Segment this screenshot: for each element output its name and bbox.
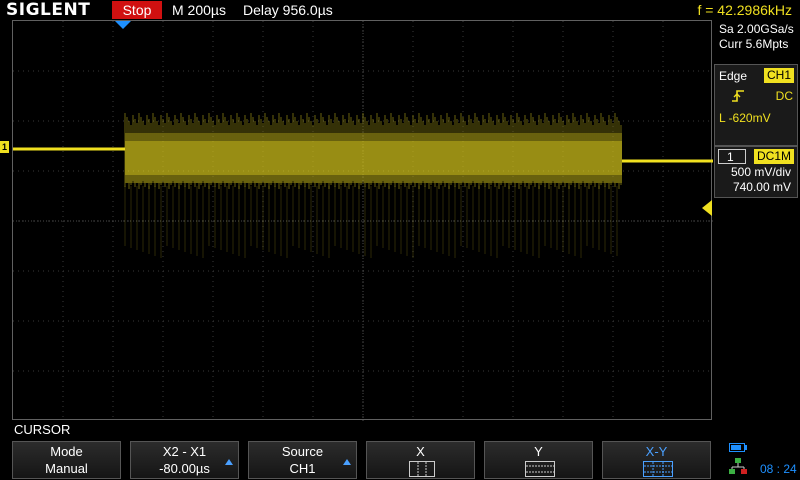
- run-stop-indicator[interactable]: Stop: [112, 1, 162, 19]
- network-icon: [729, 458, 747, 474]
- vertical-offset: 740.00 mV: [732, 180, 791, 194]
- softkey-x-cursor[interactable]: X: [366, 441, 475, 479]
- timebase-readout[interactable]: M 200µs: [172, 0, 226, 20]
- brand-logo: SIGLENT: [6, 0, 91, 20]
- memory-depth: Curr 5.6Mpts: [719, 37, 789, 51]
- system-clock: 08 : 24: [760, 462, 797, 476]
- softkey-label: Y: [534, 444, 543, 459]
- burst-spikes: [124, 186, 618, 258]
- waveform-svg: [13, 21, 713, 421]
- softkey-value: -80.00µs: [159, 461, 210, 476]
- burst-core: [125, 141, 622, 175]
- x-cursor-icon: [409, 461, 435, 477]
- battery-tip: [745, 445, 747, 450]
- softkey-source[interactable]: Source CH1: [248, 441, 357, 479]
- trigger-level-marker-icon[interactable]: [702, 200, 712, 216]
- trigger-type: Edge: [719, 69, 748, 83]
- softkey-value: CH1: [289, 461, 316, 476]
- frequency-counter: f = 42.2986kHz: [697, 2, 792, 18]
- xy-cursor-icon: [643, 461, 673, 477]
- channel-number: 1: [718, 149, 746, 164]
- graticule: [13, 21, 713, 421]
- menu-title: CURSOR: [14, 422, 71, 437]
- top-status-bar: SIGLENT Stop M 200µs Delay 956.0µs f = 4…: [0, 0, 800, 20]
- delay-readout[interactable]: Delay 956.0µs: [243, 0, 333, 20]
- burst-streaks: [124, 113, 622, 189]
- softkey-mode[interactable]: Mode Manual: [12, 441, 121, 479]
- rising-edge-icon: [732, 90, 744, 102]
- channel-1-info-box[interactable]: 1 DC1M 500 mV/div 740.00 mV: [714, 146, 798, 198]
- adjust-arrow-icon: [225, 459, 233, 465]
- softkey-y-cursor[interactable]: Y: [484, 441, 593, 479]
- softkey-label: X2 - X1: [162, 444, 207, 459]
- ch1-offset-marker[interactable]: 1: [0, 141, 9, 153]
- trigger-coupling: DC: [775, 89, 793, 103]
- channel-coupling: DC1M: [753, 149, 794, 164]
- sample-rate: Sa 2.00GSa/s: [719, 22, 794, 36]
- system-status-area: 08 : 24: [726, 440, 800, 480]
- softkey-label: X-Y: [645, 444, 668, 459]
- adjust-arrow-icon: [343, 459, 351, 465]
- softkey-x2-x1[interactable]: X2 - X1 -80.00µs: [130, 441, 239, 479]
- waveform-display[interactable]: [12, 20, 713, 421]
- ch1-waveform-burst: [124, 113, 622, 258]
- softkey-label: Mode: [50, 444, 83, 459]
- softkey-label: Source: [281, 444, 324, 459]
- trigger-source: CH1: [763, 68, 794, 83]
- info-panel: Sa 2.00GSa/s Curr 5.6Mpts Edge CH1 DC L …: [713, 20, 800, 420]
- softkey-value: Manual: [45, 461, 88, 476]
- softkey-label: X: [416, 444, 425, 459]
- softkey-xy-cursor[interactable]: X-Y: [602, 441, 711, 479]
- trigger-info-box[interactable]: Edge CH1 DC L -620mV: [714, 64, 798, 146]
- vertical-scale: 500 mV/div: [730, 165, 791, 179]
- trigger-level: L -620mV: [719, 111, 771, 125]
- y-cursor-icon: [525, 461, 555, 477]
- battery-icon: [729, 443, 745, 452]
